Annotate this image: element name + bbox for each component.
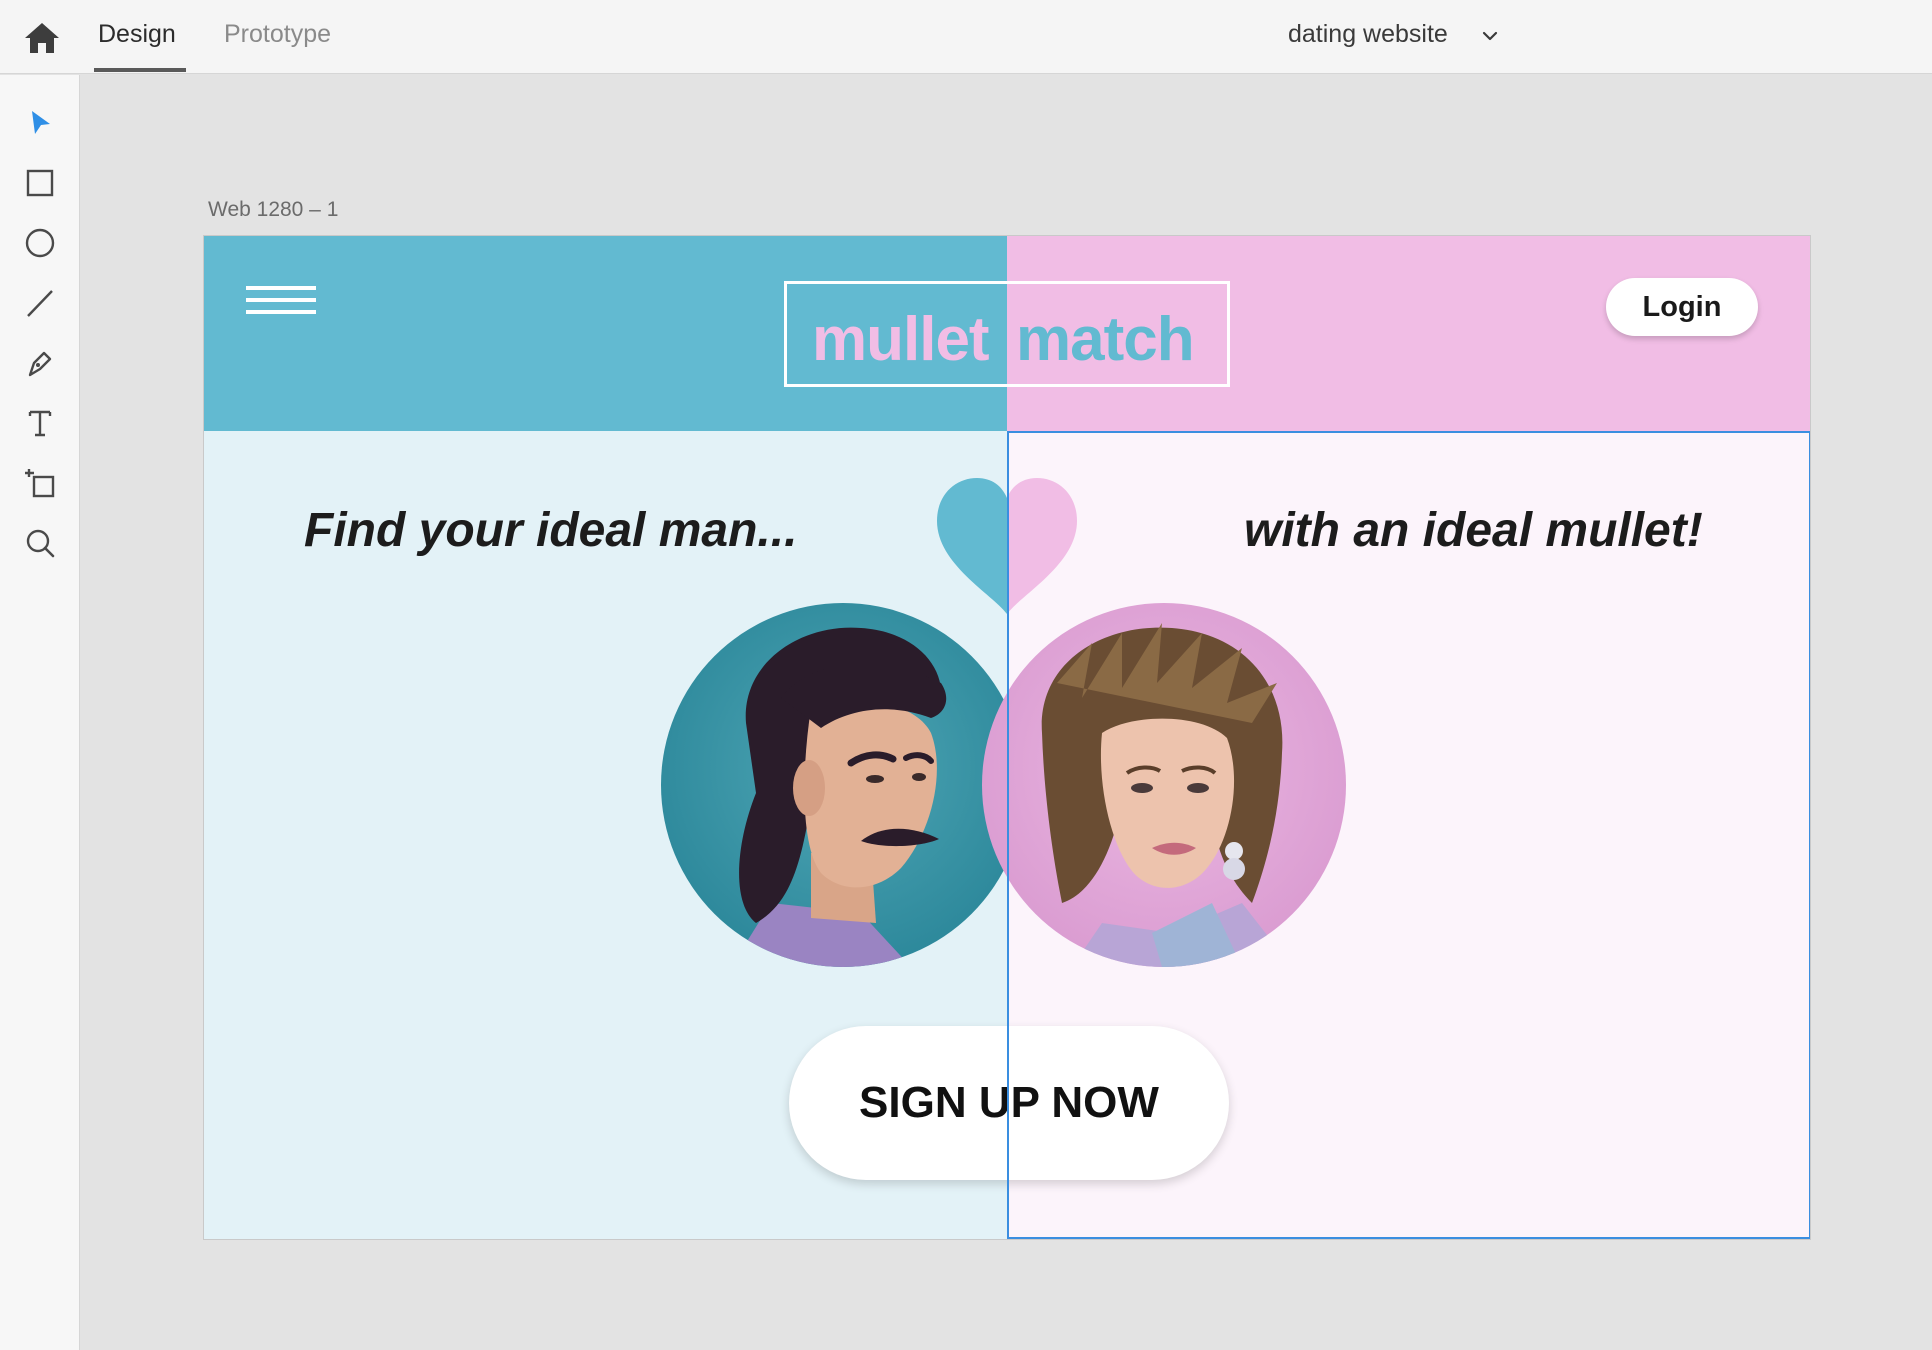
select-icon[interactable]: [20, 103, 60, 143]
tab-prototype[interactable]: Prototype: [224, 20, 331, 49]
home-icon[interactable]: [22, 20, 62, 56]
chevron-down-icon[interactable]: [1480, 26, 1500, 46]
tool-bar: [0, 75, 80, 1350]
ellipse-icon[interactable]: [20, 223, 60, 263]
document-title[interactable]: dating website: [1288, 20, 1448, 49]
artboard-icon[interactable]: [20, 463, 60, 503]
tab-design[interactable]: Design: [98, 20, 176, 49]
profile-photo-woman: [982, 603, 1346, 967]
top-bar: Design Prototype dating website: [0, 0, 1932, 74]
profile-photo-man: [661, 603, 1025, 967]
zoom-icon[interactable]: [20, 523, 60, 563]
logo-text-match: match: [1016, 305, 1195, 374]
artboard-label[interactable]: Web 1280 – 1: [208, 198, 338, 222]
heart-icon: [932, 476, 1082, 616]
hamburger-menu-icon[interactable]: [246, 286, 316, 322]
pen-icon[interactable]: [20, 343, 60, 383]
active-tab-indicator: [94, 68, 186, 72]
text-icon[interactable]: [20, 403, 60, 443]
line-icon[interactable]: [20, 283, 60, 323]
tagline-right: with an ideal mullet!: [1244, 504, 1703, 557]
login-button[interactable]: Login: [1606, 278, 1758, 336]
logo-text-mullet: mullet: [812, 305, 990, 374]
sign-up-button[interactable]: SIGN UP NOW: [789, 1026, 1229, 1180]
rectangle-icon[interactable]: [20, 163, 60, 203]
tagline-left: Find your ideal man...: [304, 504, 798, 557]
artboard[interactable]: mullet match Login Find your ideal man..…: [203, 235, 1811, 1240]
